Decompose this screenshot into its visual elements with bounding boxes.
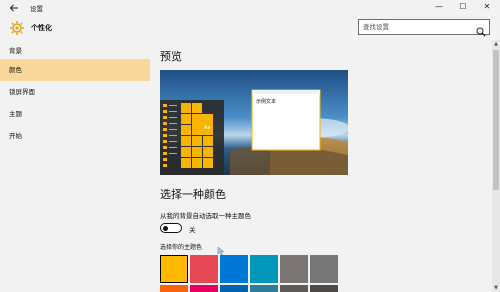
sidebar: 背景 颜色 锁屏界面 主题 开始	[0, 40, 150, 292]
color-swatch-teal[interactable]	[250, 255, 278, 283]
scroll-thumb[interactable]	[493, 50, 499, 190]
color-swatch-navy[interactable]	[220, 285, 248, 292]
auto-pick-toggle[interactable]	[160, 223, 182, 233]
close-button[interactable]: ✕	[480, 1, 494, 13]
color-preview: Aa 示例文本	[160, 70, 348, 175]
sidebar-item-themes[interactable]: 主题	[0, 103, 150, 125]
color-swatch-blue[interactable]	[220, 255, 248, 283]
choose-color-heading: 选择一种颜色	[160, 188, 226, 201]
search-input[interactable]	[359, 20, 471, 34]
scroll-up-icon[interactable]: ▲	[492, 40, 500, 48]
window-title: 设置	[30, 5, 43, 13]
toggle-state-label: 关	[189, 226, 196, 234]
scroll-down-icon[interactable]: ▼	[492, 284, 500, 292]
color-swatch-charcoal[interactable]	[310, 285, 338, 292]
main-content: 预览 Aa 示例文本 选择一种颜色 从我的背景自动选取一种主题色 关 选择你的主…	[150, 40, 492, 292]
mouse-cursor-icon	[217, 241, 225, 256]
title-bar: 设置 — ☐ ✕	[0, 0, 500, 16]
color-swatch-orange[interactable]	[160, 285, 188, 292]
color-swatch-steel[interactable]	[250, 285, 278, 292]
auto-pick-label: 从我的背景自动选取一种主题色	[160, 212, 251, 220]
scrollbar[interactable]: ▲ ▼	[492, 40, 500, 292]
toggle-knob	[163, 225, 168, 231]
search-box[interactable]	[358, 19, 490, 37]
color-swatch-gray[interactable]	[280, 255, 308, 283]
sidebar-item-colors[interactable]: 颜色	[0, 59, 150, 81]
color-swatch-pink[interactable]	[190, 285, 218, 292]
theme-color-label: 选择你的主题色	[160, 244, 203, 251]
preview-wallpaper: Aa 示例文本	[160, 70, 348, 175]
back-arrow-icon[interactable]	[8, 2, 20, 14]
search-icon[interactable]	[476, 22, 486, 37]
sidebar-item-lock-screen[interactable]: 锁屏界面	[0, 81, 150, 103]
gear-icon	[9, 20, 25, 36]
color-swatch-red[interactable]	[190, 255, 218, 283]
start-tile-text: Aa	[204, 125, 210, 131]
color-swatch-slate[interactable]	[280, 285, 308, 292]
sample-window-text: 示例文本	[256, 98, 276, 105]
sidebar-item-start[interactable]: 开始	[0, 125, 150, 147]
page-header: 个性化	[0, 16, 500, 40]
minimize-button[interactable]: —	[432, 1, 446, 13]
color-swatch-dark-gray[interactable]	[310, 255, 338, 283]
preview-heading: 预览	[160, 50, 182, 63]
color-swatch-yellow[interactable]	[160, 255, 188, 283]
maximize-button[interactable]: ☐	[456, 1, 470, 13]
page-title: 个性化	[31, 24, 52, 32]
